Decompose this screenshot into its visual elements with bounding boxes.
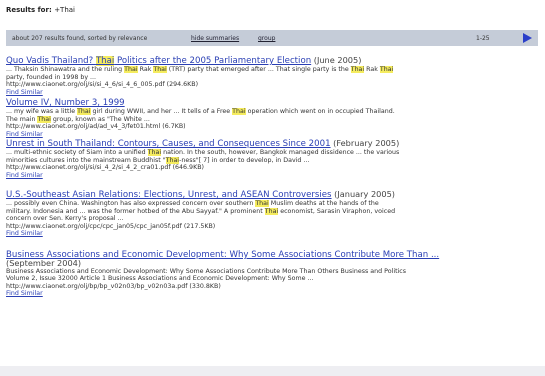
result-url: http://www.ciaonet.org/olj/si/si_4_6/si_… [6,81,199,89]
result-snippet: ... possibly even China. Washington has … [6,200,379,207]
group-link[interactable]: group [258,35,275,42]
highlight-term: Thai [95,56,115,66]
result-url: http://www.ciaonet.org/olj/ad/ad_v4_3/fe… [6,123,186,131]
result-title-link[interactable]: Volume IV, Number 3, 1999 [6,98,125,108]
highlight-term: Thai [264,207,279,215]
query-text: +Thai [54,6,75,14]
highlight-term: Thai [147,149,162,156]
result-item: Unrest in South Thailand: Contours, Caus… [6,139,538,179]
result-range: 1-25 [476,35,490,42]
result-count-text: about 207 results found, sorted by relev… [12,35,148,42]
highlight-term: Thai [37,115,51,123]
highlight-term: Thai [153,66,167,73]
results-status-bar: about 207 results found, sorted by relev… [6,30,538,46]
highlight-term: Thai [77,108,91,115]
result-snippet: military. Indonesia and ... was the form… [6,207,396,215]
result-snippet: party, founded in 1998 by ... [6,73,97,81]
result-snippet: ... multi-ethnic society of Siam into a … [6,149,400,156]
highlight-term: Thai [165,156,180,164]
find-similar-link[interactable]: Find Similar [6,131,43,138]
result-snippet: The main Thai group, known as "The White… [6,115,150,123]
find-similar-link[interactable]: Find Similar [6,172,43,179]
result-title-link[interactable]: U.S.-Southeast Asian Relations: Election… [6,190,332,200]
find-similar-link[interactable]: Find Similar [6,230,43,237]
highlight-term: Thai [379,66,394,73]
result-date: (June 2005) [311,55,362,65]
highlight-term: Thai [124,66,138,73]
result-title-link[interactable]: Unrest in South Thailand: Contours, Caus… [6,139,331,149]
result-snippet: Volume 2, Issue 32000 Article 1 Business… [6,275,314,283]
highlight-term: Thai [232,108,246,115]
results-for-label: Results for: [6,6,52,14]
result-item: Quo Vadis Thailand? Thai Politics after … [6,56,538,96]
result-date: (January 2005) [331,189,396,199]
results-for-header: Results for: +Thai [6,6,75,14]
result-item: Business Associations and Economic Devel… [6,250,538,298]
result-url: http://www.ciaonet.org/olj/si/si_4_2/si_… [6,164,204,172]
find-similar-link[interactable]: Find Similar [6,290,43,297]
result-date: (February 2005) [330,138,400,148]
result-snippet: Business Associations and Economic Devel… [6,267,407,275]
result-url: http://www.ciaonet.org/olj/bp/bp_v02n03/… [6,282,221,290]
result-snippet: ... my wife was a little Thai girl durin… [6,108,395,115]
result-snippet: minorities cultures into the mainstream … [6,156,310,164]
highlight-term: Thai [255,200,269,207]
bottom-scroll-area [0,366,545,376]
result-date: (September 2004) [6,258,82,268]
result-title-link[interactable]: Quo Vadis Thailand? Thai Politics after … [6,56,311,66]
result-item: Volume IV, Number 3, 1999... my wife was… [6,98,538,138]
result-snippet: ... Thaksin Shinawatra and the ruling Th… [6,66,394,73]
find-similar-link[interactable]: Find Similar [6,89,43,96]
highlight-term: Thai [350,66,365,73]
result-snippet: concern over Sen. Kerry's proposal ... [6,215,124,223]
result-item: U.S.-Southeast Asian Relations: Election… [6,190,538,238]
hide-summaries-link[interactable]: hide summaries [191,35,239,42]
result-url: http://www.ciaonet.org/olj/cpc/cpc_jan05… [6,222,216,230]
next-page-arrow-icon[interactable] [523,33,532,43]
